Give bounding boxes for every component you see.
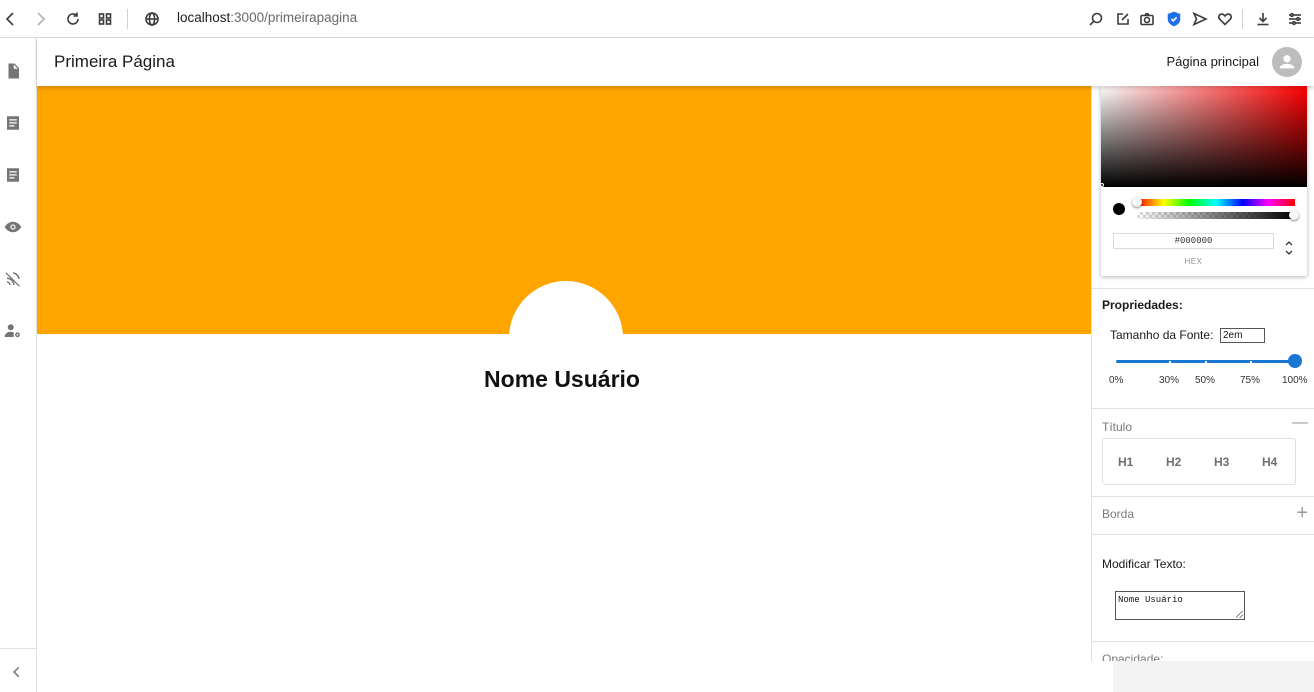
- alpha-slider[interactable]: [1137, 212, 1295, 219]
- plus-icon[interactable]: +: [1296, 502, 1308, 525]
- opacity-label: Opacidade:: [1102, 652, 1164, 661]
- slider-mark: [1205, 361, 1207, 363]
- menu-settings-icon[interactable]: [1285, 9, 1305, 29]
- slider-mark-label: 0%: [1109, 375, 1124, 386]
- h2-button[interactable]: H2: [1166, 455, 1181, 469]
- signal-icon[interactable]: [3, 269, 23, 289]
- panel-footer: [1113, 661, 1314, 692]
- shield-icon[interactable]: [1164, 9, 1184, 29]
- unfold-icon: [1285, 241, 1293, 255]
- download-icon[interactable]: [1253, 9, 1273, 29]
- resize-grip-icon[interactable]: [1236, 611, 1243, 618]
- heart-icon[interactable]: [1215, 9, 1235, 29]
- font-size-label: Tamanho da Fonte:: [1110, 328, 1214, 342]
- toolbar-divider: [127, 9, 128, 29]
- camera-icon[interactable]: [1137, 9, 1157, 29]
- user-name-heading[interactable]: Nome Usuário: [37, 366, 1087, 393]
- modify-text-value: Nome Usuário: [1118, 595, 1183, 605]
- minus-icon[interactable]: —: [1292, 414, 1308, 432]
- file-icon[interactable]: [3, 61, 23, 81]
- slider-thumb[interactable]: [1288, 354, 1302, 368]
- url-path: :3000/primeirapagina: [230, 10, 358, 25]
- hex-input[interactable]: #000000: [1113, 233, 1274, 249]
- slider-mark: [1169, 361, 1171, 363]
- article-icon-2[interactable]: [3, 165, 23, 185]
- properties-title: Propriedades:: [1102, 298, 1183, 312]
- reload-icon[interactable]: [63, 9, 83, 29]
- edit-icon[interactable]: [1113, 9, 1133, 29]
- avatar[interactable]: [1272, 47, 1302, 77]
- heading-level-group: H1 H2 H3 H4: [1102, 438, 1296, 485]
- editor-canvas: Nome Usuário: [37, 86, 1091, 692]
- borda-label[interactable]: Borda: [1102, 507, 1134, 521]
- slider-mark-label: 30%: [1159, 375, 1180, 386]
- saturation-area[interactable]: [1100, 86, 1307, 187]
- slider-mark-label: 100%: [1282, 375, 1308, 386]
- person-icon: [1279, 55, 1295, 69]
- eye-icon[interactable]: [3, 217, 23, 237]
- modify-text-textarea[interactable]: Nome Usuário: [1115, 591, 1245, 620]
- current-color-swatch: [1113, 203, 1125, 215]
- chevron-left-icon[interactable]: [6, 662, 26, 682]
- page-title: Primeira Página: [54, 52, 175, 71]
- left-sidebar: [0, 38, 37, 692]
- h4-button[interactable]: H4: [1262, 455, 1277, 469]
- alpha-handle[interactable]: [1289, 210, 1299, 220]
- forward-icon[interactable]: [31, 9, 51, 29]
- home-link[interactable]: Página principal: [1166, 54, 1259, 69]
- section-divider: [1092, 496, 1314, 497]
- slider-mark: [1250, 361, 1252, 363]
- url-host: localhost: [177, 10, 231, 25]
- article-icon[interactable]: [3, 113, 23, 133]
- hue-handle[interactable]: [1132, 197, 1142, 207]
- slider-mark-label: 75%: [1240, 375, 1261, 386]
- section-divider: [1092, 534, 1314, 535]
- titulo-label[interactable]: Título: [1102, 420, 1132, 434]
- section-divider: [1092, 288, 1314, 289]
- rail-divider: [0, 648, 36, 649]
- h1-button[interactable]: H1: [1118, 455, 1133, 469]
- h3-button[interactable]: H3: [1214, 455, 1229, 469]
- saturation-cursor[interactable]: [1100, 183, 1104, 187]
- address-bar[interactable]: localhost:3000/primeirapagina: [177, 10, 357, 25]
- section-divider: [1092, 408, 1314, 409]
- send-icon[interactable]: [1190, 9, 1210, 29]
- slider-mark-label: 50%: [1195, 375, 1216, 386]
- modify-text-label: Modificar Texto:: [1102, 557, 1186, 571]
- globe-icon: [142, 9, 162, 29]
- section-divider: [1092, 641, 1314, 642]
- hue-slider[interactable]: [1137, 199, 1295, 206]
- app-header: Primeira Página Página principal: [37, 38, 1314, 86]
- hex-label: HEX: [1184, 257, 1203, 266]
- font-size-input[interactable]: 2em: [1220, 328, 1265, 343]
- properties-panel: #000000 HEX Propriedades: Tamanho da Fon…: [1091, 86, 1314, 661]
- user-settings-icon[interactable]: [3, 321, 23, 341]
- tabs-grid-icon[interactable]: [95, 9, 115, 29]
- back-icon[interactable]: [0, 9, 20, 29]
- color-mode-toggle[interactable]: [1282, 239, 1296, 259]
- color-picker: #000000 HEX: [1100, 86, 1307, 276]
- zoom-search-icon[interactable]: [1086, 9, 1106, 29]
- browser-toolbar: localhost:3000/primeirapagina: [0, 0, 1314, 38]
- toolbar-divider-2: [1242, 9, 1243, 29]
